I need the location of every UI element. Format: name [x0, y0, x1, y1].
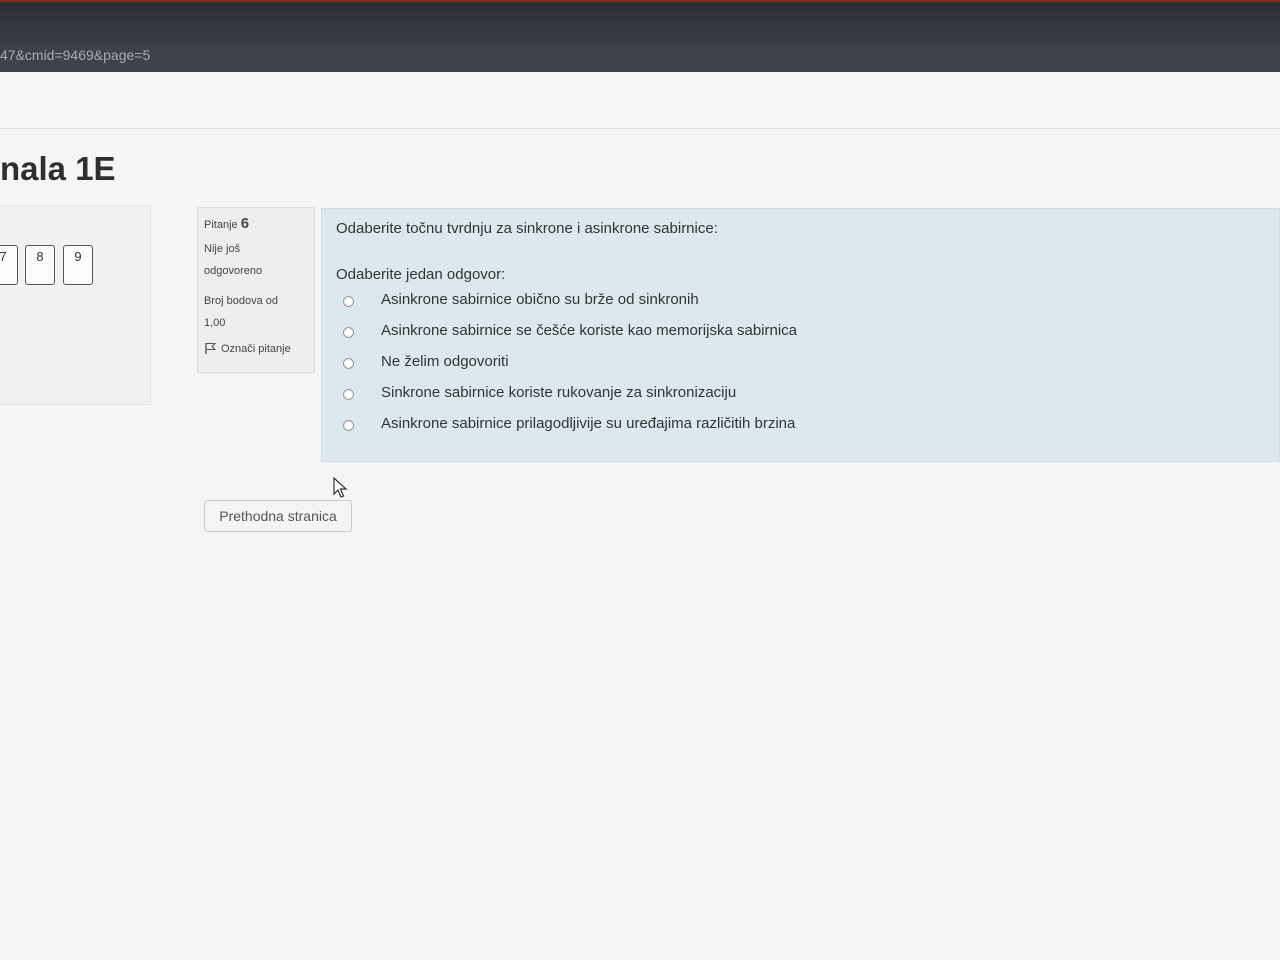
- radio-icon[interactable]: [343, 295, 354, 307]
- radio-icon[interactable]: [343, 388, 354, 400]
- browser-tab-strip: [0, 0, 1280, 44]
- page-body: [0, 72, 1280, 960]
- answer-option-3[interactable]: Ne želim odgovoriti: [343, 353, 509, 373]
- question-marks-line2: 1,00: [204, 317, 226, 329]
- answer-option-4[interactable]: Sinkrone sabirnice koriste rukovanje za …: [343, 384, 736, 404]
- address-bar-url[interactable]: 47&cmid=9469&page=5: [0, 47, 150, 63]
- answer-label-3[interactable]: Ne želim odgovoriti: [381, 353, 509, 370]
- answer-label-1[interactable]: Asinkrone sabirnice obično su brže od si…: [381, 291, 699, 308]
- question-state-line1: Nije još: [204, 243, 241, 255]
- previous-page-button[interactable]: Prethodna stranica: [204, 500, 352, 532]
- answer-label-4[interactable]: Sinkrone sabirnice koriste rukovanje za …: [381, 384, 736, 401]
- question-number-label: Pitanje: [204, 219, 238, 231]
- answer-prompt: Odaberite jedan odgovor:: [336, 266, 506, 283]
- question-text: Odaberite točnu tvrdnju za sinkrone i as…: [336, 220, 718, 237]
- quiz-nav-button-9[interactable]: 9: [63, 245, 93, 285]
- radio-icon[interactable]: [343, 357, 354, 369]
- answer-option-1[interactable]: Asinkrone sabirnice obično su brže od si…: [343, 291, 699, 311]
- answer-option-5[interactable]: Asinkrone sabirnice prilagodljivije su u…: [343, 415, 795, 435]
- answer-label-2[interactable]: Asinkrone sabirnice se češće koriste kao…: [381, 322, 797, 339]
- mouse-cursor-icon: [333, 477, 348, 498]
- question-state-line2: odgovoreno: [204, 265, 263, 277]
- question-info-box: Pitanje 6 Nije još odgovoreno Broj bodov…: [197, 207, 315, 373]
- quiz-nav-button-7[interactable]: 7: [0, 245, 18, 285]
- question-number: Pitanje 6: [204, 215, 308, 232]
- question-marks-line1: Broj bodova od: [204, 295, 278, 307]
- browser-address-bar[interactable]: [0, 42, 1280, 72]
- radio-icon[interactable]: [343, 326, 354, 338]
- question-number-value: 6: [240, 215, 250, 232]
- quiz-nav-button-8[interactable]: 8: [25, 245, 55, 285]
- page-header-band: [0, 72, 1280, 129]
- flag-icon: [205, 342, 217, 354]
- quiz-navigation-block: [0, 205, 151, 405]
- answer-label-5[interactable]: Asinkrone sabirnice prilagodljivije su u…: [381, 415, 795, 432]
- page-title: nala 1E: [0, 150, 116, 187]
- flag-question-link[interactable]: Označi pitanje: [204, 342, 308, 355]
- flag-question-label[interactable]: Označi pitanje: [221, 343, 291, 355]
- answer-option-2[interactable]: Asinkrone sabirnice se češće koriste kao…: [343, 322, 797, 342]
- radio-icon[interactable]: [343, 419, 354, 431]
